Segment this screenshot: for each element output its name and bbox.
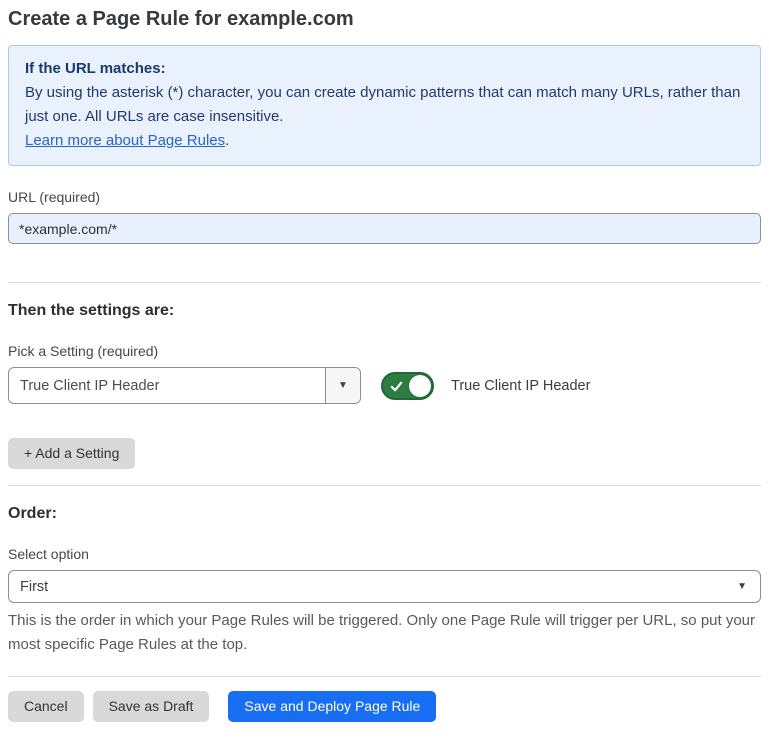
true-client-ip-toggle-group: True Client IP Header <box>381 372 590 400</box>
toggle-label: True Client IP Header <box>451 378 590 394</box>
caret-down-icon: ▼ <box>737 582 747 592</box>
page-title: Create a Page Rule for example.com <box>8 6 761 32</box>
setting-select[interactable]: True Client IP Header ▼ <box>8 367 361 404</box>
save-draft-button[interactable]: Save as Draft <box>93 691 210 722</box>
true-client-ip-toggle[interactable] <box>381 372 434 400</box>
add-setting-button[interactable]: + Add a Setting <box>8 438 135 469</box>
order-select-value: First <box>20 579 48 595</box>
footer-divider <box>8 676 761 677</box>
order-select-label: Select option <box>8 546 761 562</box>
info-body-text: By using the asterisk (*) character, you… <box>25 84 740 125</box>
toggle-knob <box>409 375 431 397</box>
check-icon <box>390 380 403 393</box>
setting-select-caret-section: ▼ <box>325 368 360 403</box>
cancel-button[interactable]: Cancel <box>8 691 84 722</box>
settings-section-heading: Then the settings are: <box>8 302 761 320</box>
order-section-heading: Order: <box>8 505 761 523</box>
url-input[interactable] <box>8 213 761 244</box>
setting-row: True Client IP Header ▼ True Client IP H… <box>8 367 761 404</box>
info-callout-body: By using the asterisk (*) character, you… <box>25 81 744 153</box>
url-match-info-callout: If the URL matches: By using the asteris… <box>8 45 761 166</box>
pick-setting-label: Pick a Setting (required) <box>8 343 761 359</box>
link-period: . <box>225 132 229 149</box>
setting-select-value: True Client IP Header <box>9 368 325 403</box>
section-divider <box>8 485 761 486</box>
section-divider <box>8 282 761 283</box>
url-field-label: URL (required) <box>8 189 761 205</box>
footer-actions: Cancel Save as Draft Save and Deploy Pag… <box>8 691 761 722</box>
save-deploy-button[interactable]: Save and Deploy Page Rule <box>228 691 436 722</box>
order-help-text: This is the order in which your Page Rul… <box>8 609 761 657</box>
order-select[interactable]: First ▼ <box>8 570 761 603</box>
learn-more-link[interactable]: Learn more about Page Rules <box>25 132 225 149</box>
info-callout-heading: If the URL matches: <box>25 57 744 81</box>
create-page-rule-form: Create a Page Rule for example.com If th… <box>0 0 769 742</box>
caret-down-icon: ▼ <box>338 381 348 391</box>
